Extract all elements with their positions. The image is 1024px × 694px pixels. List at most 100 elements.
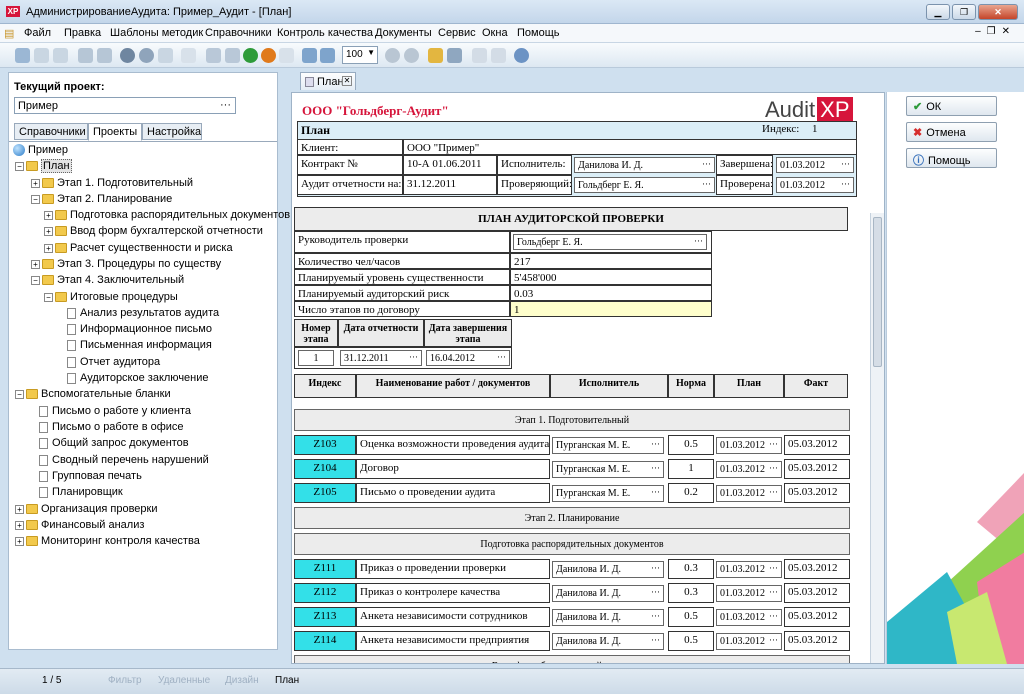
- row-norm[interactable]: 0.3: [668, 559, 714, 579]
- row-fact[interactable]: 05.03.2012: [784, 483, 850, 503]
- reviewer-field[interactable]: Гольдберг Е. Я. ···: [574, 177, 715, 193]
- print-icon[interactable]: [279, 48, 294, 63]
- row-index[interactable]: Z113: [294, 607, 356, 627]
- approve-icon[interactable]: [243, 48, 258, 63]
- report-icon[interactable]: [447, 48, 462, 63]
- menu-file[interactable]: Файл: [24, 27, 51, 39]
- tab-settings[interactable]: Настройка: [142, 123, 202, 140]
- up-icon[interactable]: [472, 48, 487, 63]
- row-norm[interactable]: 0.5: [668, 631, 714, 651]
- copy-icon[interactable]: [97, 48, 112, 63]
- refresh-icon[interactable]: [181, 48, 196, 63]
- row-name[interactable]: Анкета независимости сотрудников: [356, 607, 550, 627]
- tree-item[interactable]: Групповая печать: [39, 470, 142, 486]
- tree-item[interactable]: Аудиторское заключение: [67, 372, 209, 388]
- down-icon[interactable]: [491, 48, 506, 63]
- row-name[interactable]: Договор: [356, 459, 550, 479]
- row-plan-date-field[interactable]: 01.03.2012 ···: [716, 609, 782, 626]
- param-value[interactable]: 1: [510, 301, 712, 317]
- preview-icon[interactable]: [302, 48, 317, 63]
- menu-documents[interactable]: Документы: [375, 27, 432, 39]
- zoom-select[interactable]: 100 ▼: [342, 46, 378, 64]
- row-fact[interactable]: 05.03.2012: [784, 631, 850, 651]
- tree-item[interactable]: Планировщик: [39, 486, 123, 502]
- stage-end-date-field[interactable]: 16.04.2012 ···: [426, 350, 510, 366]
- tree-item[interactable]: Письмо о работе у клиента: [39, 405, 191, 421]
- row-norm[interactable]: 0.2: [668, 483, 714, 503]
- row-name[interactable]: Письмо о проведении аудита: [356, 483, 550, 503]
- tree-item[interactable]: + Этап 1. Подготовительный: [31, 177, 193, 193]
- tree-item[interactable]: + Расчет существенности и риска: [44, 242, 233, 258]
- tree-item[interactable]: Сводный перечень нарушений: [39, 454, 209, 470]
- row-fact[interactable]: 05.03.2012: [784, 583, 850, 603]
- help-button[interactable]: ⓘ Помощь: [906, 148, 997, 168]
- executor-field[interactable]: Данилова И. Д. ···: [574, 157, 715, 173]
- row-norm[interactable]: 0.5: [668, 607, 714, 627]
- row-plan-date-field[interactable]: 01.03.2012 ···: [716, 461, 782, 478]
- help-icon[interactable]: [514, 48, 529, 63]
- search-icon[interactable]: [120, 48, 135, 63]
- row-name[interactable]: Анкета независимости предприятия: [356, 631, 550, 651]
- row-name[interactable]: Приказ о проведении проверки: [356, 559, 550, 579]
- add-doc-icon[interactable]: [206, 48, 221, 63]
- menu-help[interactable]: Помощь: [517, 27, 560, 39]
- tree-item[interactable]: + Этап 3. Процедуры по существу: [31, 258, 221, 274]
- menu-references[interactable]: Справочники: [205, 27, 272, 39]
- row-index[interactable]: Z105: [294, 483, 356, 503]
- tree-item[interactable]: Письмо о работе в офисе: [39, 421, 184, 437]
- row-index[interactable]: Z103: [294, 435, 356, 455]
- checked-date-field[interactable]: 01.03.2012 ···: [776, 177, 854, 193]
- tab-projects[interactable]: Проекты: [88, 123, 142, 141]
- row-index[interactable]: Z104: [294, 459, 356, 479]
- row-norm[interactable]: 1: [668, 459, 714, 479]
- reject-icon[interactable]: [261, 48, 276, 63]
- vertical-scrollbar[interactable]: [870, 213, 884, 663]
- row-executor-field[interactable]: Пурганская М. Е. ···: [552, 437, 664, 454]
- row-executor-field[interactable]: Данилова И. Д. ···: [552, 585, 664, 602]
- tree-item[interactable]: − Итоговые процедуры: [44, 291, 178, 307]
- row-plan-date-field[interactable]: 01.03.2012 ···: [716, 561, 782, 578]
- close-button[interactable]: ✕: [978, 4, 1018, 20]
- row-norm[interactable]: 0.5: [668, 435, 714, 455]
- open-icon[interactable]: [34, 48, 49, 63]
- forward-icon[interactable]: [404, 48, 419, 63]
- row-executor-field[interactable]: Пурганская М. Е. ···: [552, 461, 664, 478]
- stage-report-date-field[interactable]: 31.12.2011 ···: [340, 350, 422, 366]
- row-executor-field[interactable]: Данилова И. Д. ···: [552, 633, 664, 650]
- row-fact[interactable]: 05.03.2012: [784, 459, 850, 479]
- tree-item[interactable]: Анализ результатов аудита: [67, 307, 219, 323]
- row-executor-field[interactable]: Данилова И. Д. ···: [552, 609, 664, 626]
- tree-item[interactable]: − Вспомогательные бланки: [15, 388, 171, 404]
- row-plan-date-field[interactable]: 01.03.2012 ···: [716, 585, 782, 602]
- tree-item[interactable]: + Организация проверки: [15, 503, 158, 519]
- save-icon[interactable]: [53, 48, 68, 63]
- menu-windows[interactable]: Окна: [482, 27, 508, 39]
- tree-item[interactable]: + Ввод форм бухгалтерской отчетности: [44, 225, 263, 241]
- row-fact[interactable]: 05.03.2012: [784, 559, 850, 579]
- tree-item[interactable]: Информационное письмо: [67, 323, 212, 339]
- mdi-window-controls[interactable]: ‒❐✕: [975, 26, 1016, 37]
- copy-doc-icon[interactable]: [225, 48, 240, 63]
- document-menu-icon[interactable]: ▤: [4, 27, 14, 40]
- tree-item[interactable]: Письменная информация: [67, 339, 212, 355]
- row-index[interactable]: Z114: [294, 631, 356, 651]
- tree-item[interactable]: + Финансовый анализ: [15, 519, 144, 535]
- filter-icon[interactable]: [158, 48, 173, 63]
- calendar-icon[interactable]: [320, 48, 335, 63]
- row-plan-date-field[interactable]: 01.03.2012 ···: [716, 437, 782, 454]
- cancel-button[interactable]: ✖ Отмена: [906, 122, 997, 142]
- row-fact[interactable]: 05.03.2012: [784, 607, 850, 627]
- tree-item[interactable]: − Этап 4. Заключительный: [31, 274, 184, 290]
- project-field[interactable]: Пример ···: [14, 97, 236, 114]
- menu-quality[interactable]: Контроль качества: [277, 27, 373, 39]
- tree-item[interactable]: Отчет аудитора: [67, 356, 160, 372]
- row-norm[interactable]: 0.3: [668, 583, 714, 603]
- row-name[interactable]: Приказ о контролере качества: [356, 583, 550, 603]
- panel-splitter[interactable]: [280, 72, 288, 650]
- ok-button[interactable]: ✔ ОК: [906, 96, 997, 116]
- tree-item[interactable]: Пример: [13, 144, 68, 160]
- row-fact[interactable]: 05.03.2012: [784, 435, 850, 455]
- folder-icon[interactable]: [428, 48, 443, 63]
- stage-number-field[interactable]: 1: [298, 350, 334, 366]
- search-next-icon[interactable]: [139, 48, 154, 63]
